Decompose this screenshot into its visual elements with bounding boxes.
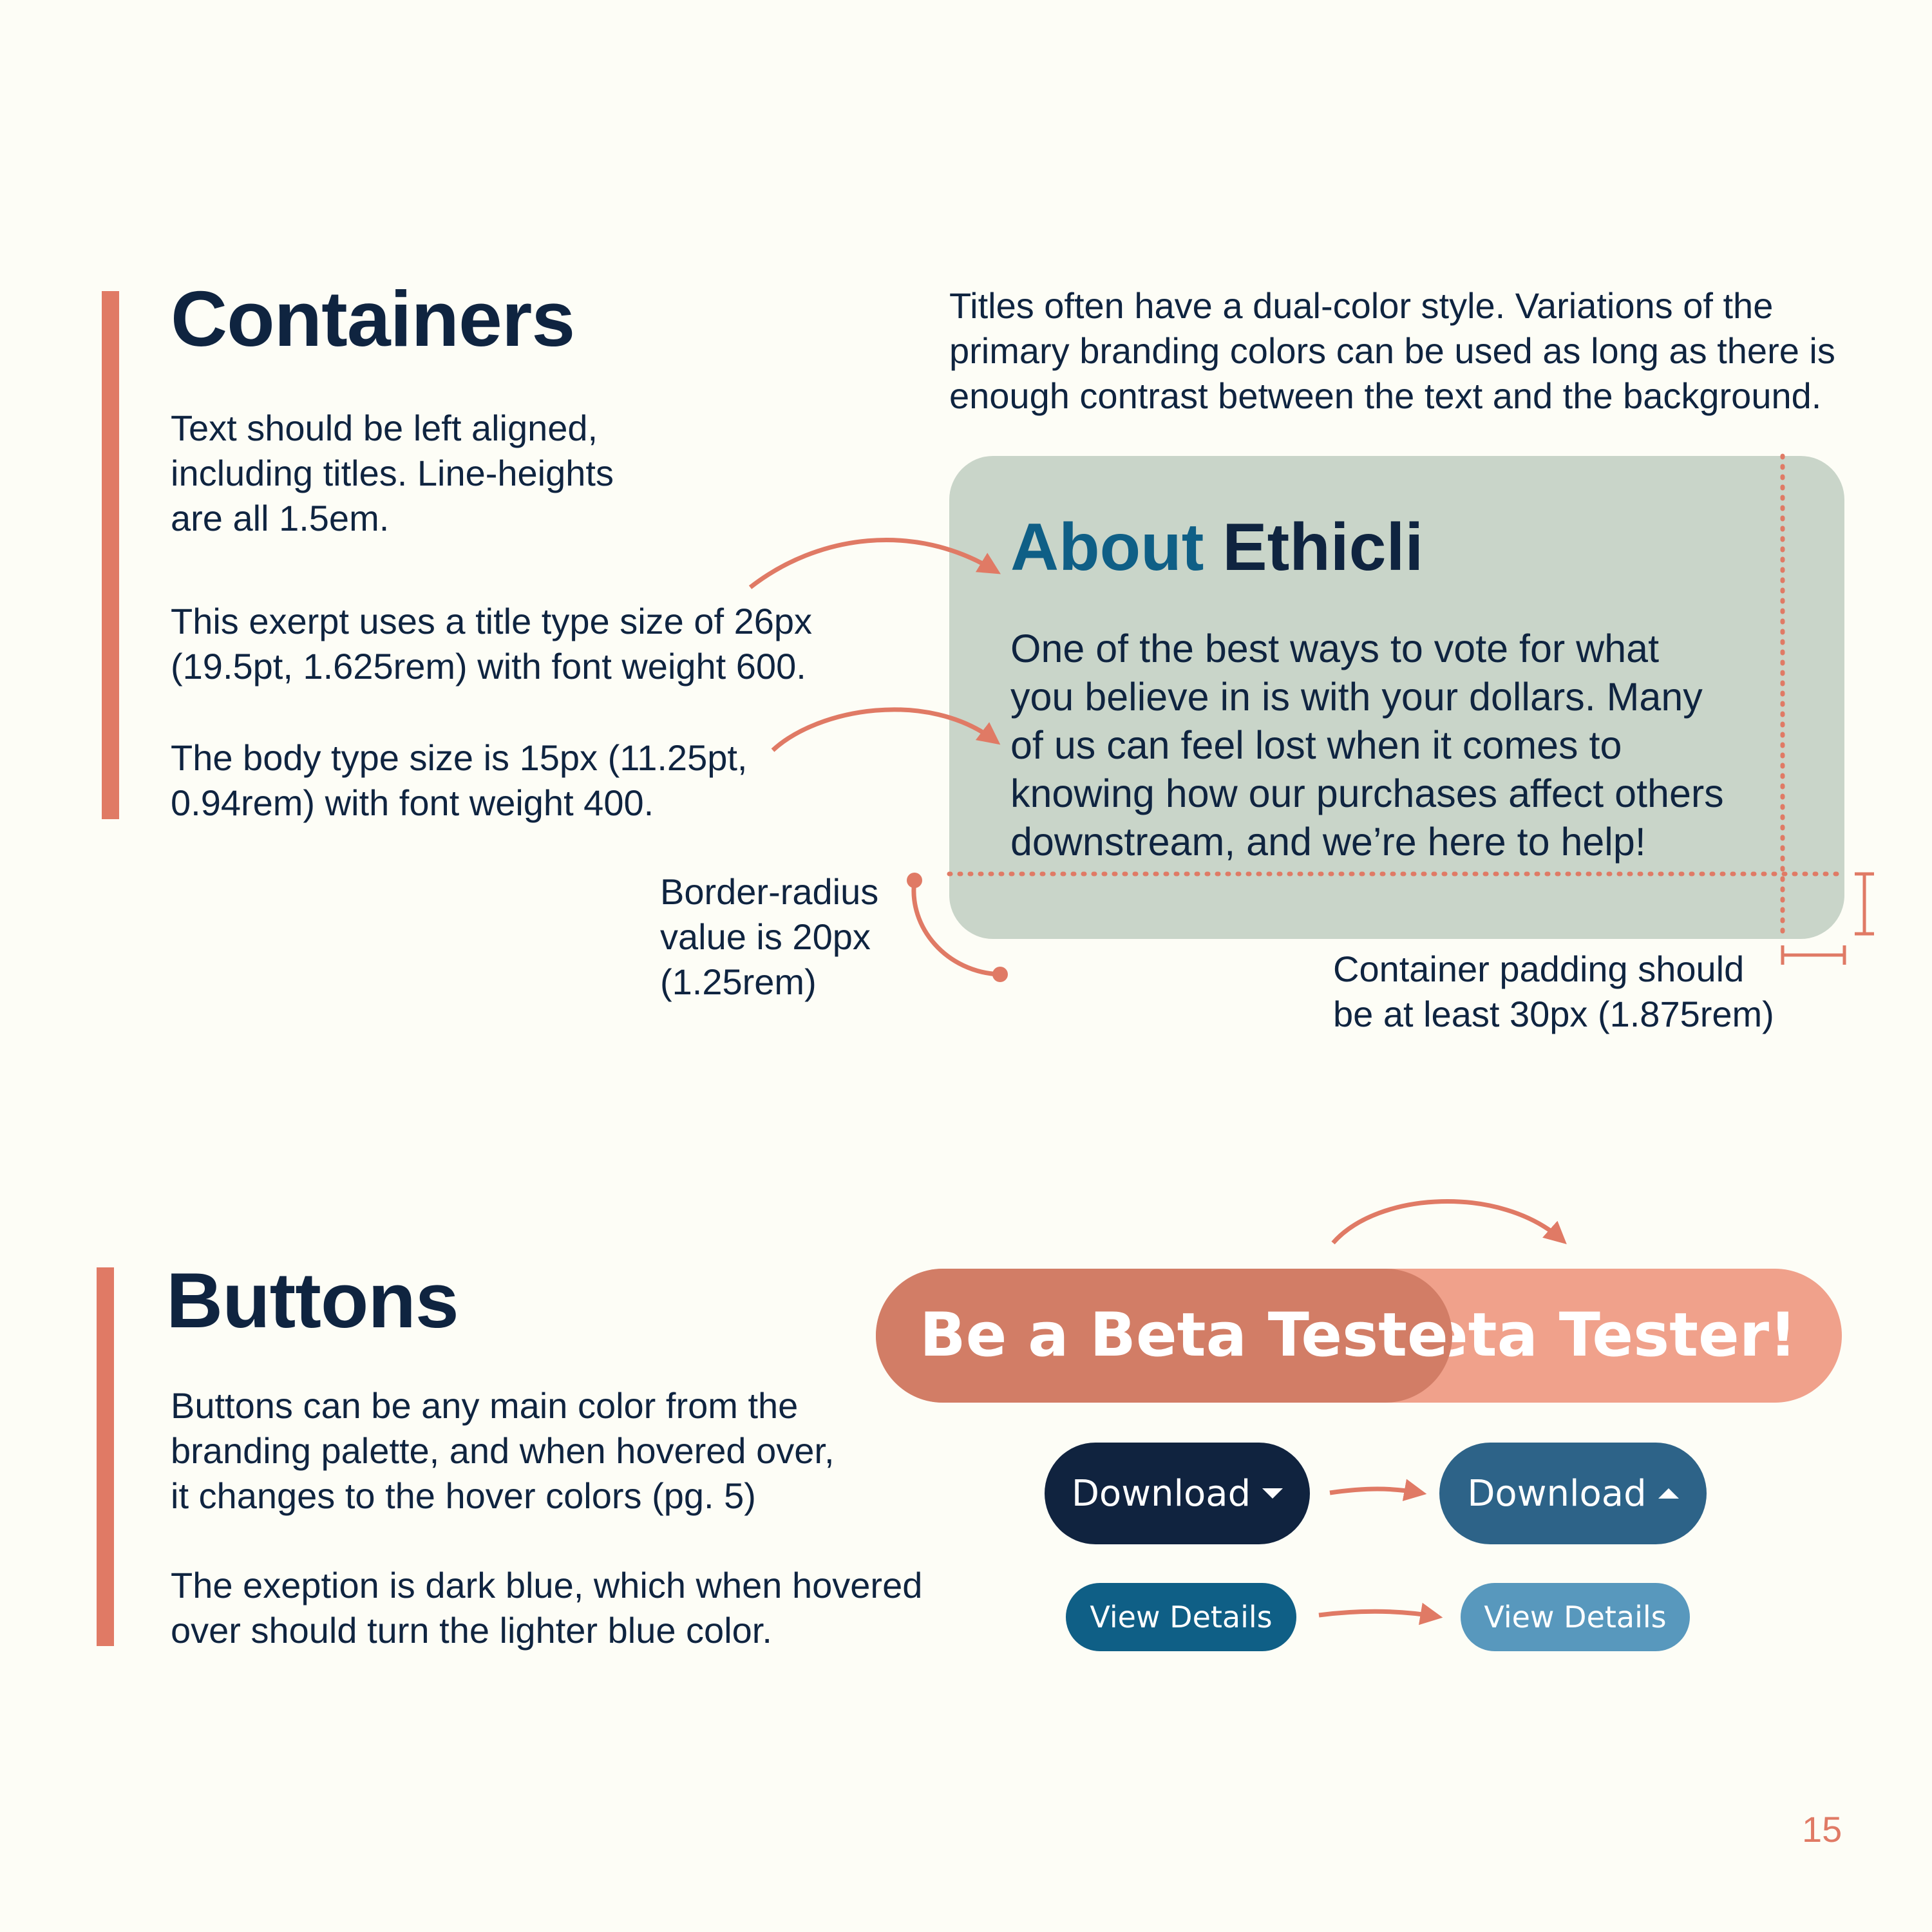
arrow-icon (1329, 1479, 1427, 1501)
padding-bracket-horizontal (1781, 945, 1846, 965)
arrow-icon (748, 538, 1001, 589)
arrow-icon (1318, 1602, 1443, 1625)
padding-bracket-vertical (1855, 872, 1874, 936)
radius-callout-line (911, 880, 1001, 977)
arrow-icon (771, 707, 1001, 752)
arrow-icon (1331, 1198, 1567, 1245)
annotation-overlay (748, 453, 1874, 1625)
